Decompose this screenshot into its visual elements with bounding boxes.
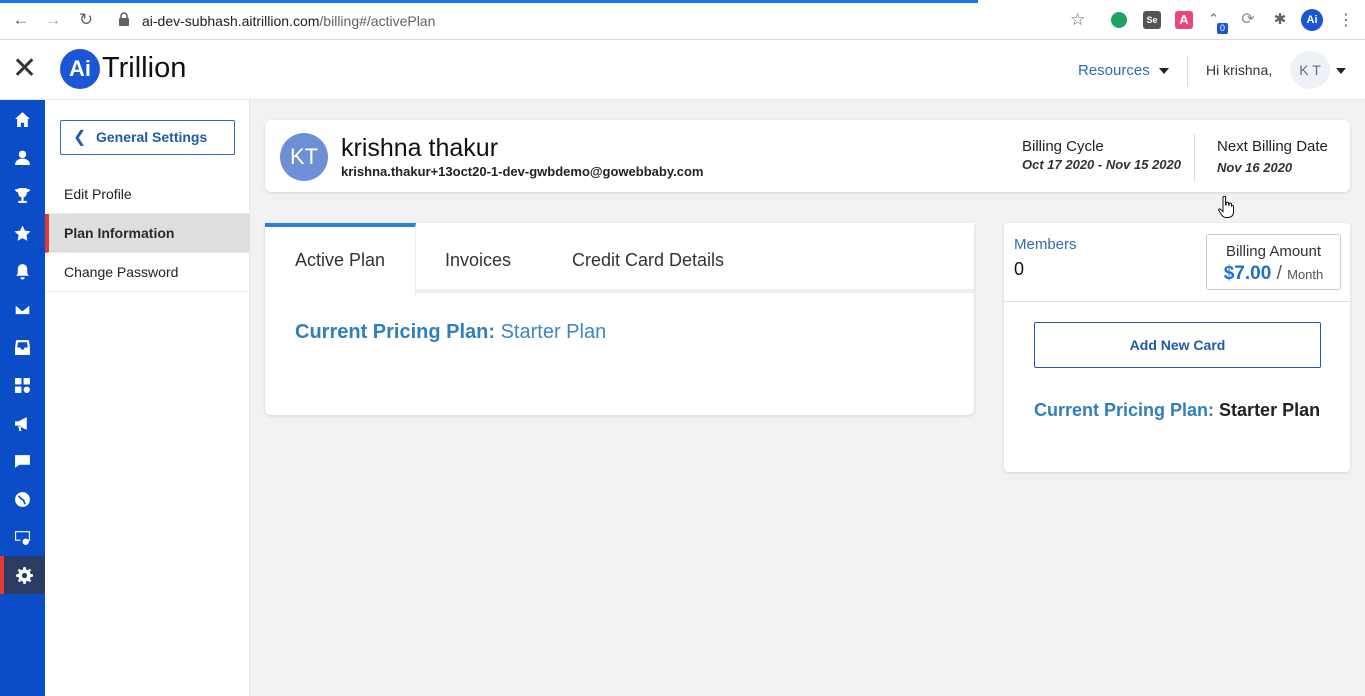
tab-bar: Active Plan Invoices Credit Card Details [265, 223, 974, 297]
profile-name: krishna thakur [341, 134, 499, 162]
current-pricing-plan-value: Starter Plan [500, 321, 607, 343]
rail-megaphone-icon[interactable] [0, 404, 45, 442]
url-host: ai-dev-subhash.aitrillion.com [142, 13, 320, 29]
rail-bell-icon[interactable] [0, 252, 45, 290]
profile-email: krishna.thakur+13oct20-1-dev-gwbdemo@gow… [341, 164, 704, 179]
hand-cursor-icon [1218, 195, 1234, 218]
rail-chat-icon[interactable] [0, 442, 45, 480]
tab-invoices[interactable]: Invoices [416, 223, 540, 293]
resources-caret-icon[interactable] [1159, 68, 1169, 74]
billing-amount: $7.00 / Month [1207, 263, 1340, 285]
current-pricing-plan: Current Pricing Plan: Starter Plan [295, 321, 606, 344]
icon-rail [0, 100, 45, 696]
billing-current-pricing-plan: Current Pricing Plan: Starter Plan [1034, 400, 1320, 421]
extension-badge: 0 [1217, 23, 1229, 34]
billing-card-divider [1004, 301, 1350, 302]
billing-current-plan-label: Current Pricing Plan: [1034, 400, 1215, 420]
plan-tabs-card: Active Plan Invoices Credit Card Details… [265, 223, 974, 415]
current-pricing-plan-label: Current Pricing Plan: [295, 321, 496, 343]
billing-summary-card: Members 0 Billing Amount $7.00 / Month A… [1004, 223, 1350, 472]
close-icon[interactable]: ✕ [12, 54, 38, 84]
profile-card: KT krishna thakur krishna.thakur+13oct20… [265, 120, 1350, 192]
billing-amount-label: Billing Amount [1225, 243, 1322, 260]
members-value: 0 [1014, 259, 1025, 279]
add-new-card-button[interactable]: Add New Card [1034, 322, 1321, 368]
app-header: ✕ Ai Trillion Resources Hi krishna, K T [0, 40, 1365, 100]
sync-extension-icon[interactable]: ⟳ [1239, 11, 1257, 29]
next-billing-value: Nov 16 2020 [1217, 160, 1293, 175]
sidebar-item-edit-profile[interactable]: Edit Profile [45, 175, 250, 214]
billing-cycle-label: Billing Cycle [1022, 138, 1104, 155]
bookmark-star-icon[interactable]: ☆ [1070, 10, 1085, 30]
rail-user-icon[interactable] [0, 138, 45, 176]
general-settings-label: General Settings [96, 129, 208, 145]
browser-menu-icon[interactable]: ⋮ [1338, 10, 1354, 30]
header-divider [1187, 56, 1188, 86]
tab-active-plan[interactable]: Active Plan [265, 223, 416, 297]
page-load-progress [0, 0, 978, 3]
billing-current-plan-value: Starter Plan [1219, 400, 1321, 420]
rail-apps-icon[interactable] [0, 366, 45, 404]
a-extension-icon[interactable]: A [1175, 11, 1193, 29]
chevron-left-icon: ❮ [73, 129, 87, 146]
lock-icon[interactable] [118, 12, 132, 28]
billing-amount-separator: / [1276, 263, 1282, 284]
billing-amount-period: Month [1287, 267, 1324, 282]
rail-gear-icon[interactable] [0, 556, 45, 594]
rail-monitor-settings-icon[interactable] [0, 518, 45, 556]
forward-icon[interactable]: → [43, 10, 63, 30]
logo-mark: Ai [60, 49, 100, 89]
tab-credit-card-details[interactable]: Credit Card Details [550, 223, 746, 293]
selenium-extension-icon[interactable]: Se [1143, 11, 1161, 29]
reload-icon[interactable]: ↻ [76, 10, 96, 30]
members-label: Members [1014, 236, 1077, 253]
rail-trophy-icon[interactable] [0, 176, 45, 214]
profile-card-divider [1194, 134, 1195, 182]
back-icon[interactable]: ← [11, 10, 31, 30]
next-billing-label: Next Billing Date [1217, 138, 1328, 155]
address-bar[interactable]: ai-dev-subhash.aitrillion.com/billing#/a… [142, 13, 435, 29]
general-settings-button[interactable]: ❮ General Settings [60, 120, 235, 155]
browser-toolbar: ← → ↻ ai-dev-subhash.aitrillion.com/bill… [0, 0, 1365, 40]
rail-star-icon[interactable] [0, 214, 45, 252]
rail-globe-icon[interactable] [0, 480, 45, 518]
user-menu-caret-icon[interactable] [1336, 68, 1346, 74]
billing-cycle-value: Oct 17 2020 - Nov 15 2020 [1022, 157, 1181, 172]
url-path: /billing#/activePlan [319, 13, 436, 29]
profile-avatar: KT [280, 133, 328, 181]
billing-amount-value: $7.00 [1223, 263, 1272, 284]
rail-mail-icon[interactable] [0, 290, 45, 328]
browser-profile-avatar[interactable]: Ai [1301, 9, 1323, 31]
rail-inbox-icon[interactable] [0, 328, 45, 366]
settings-sidebar: ❮ General Settings Edit Profile Plan Inf… [45, 100, 250, 696]
green-extension-icon[interactable] [1111, 12, 1127, 28]
greeting-text: Hi krishna, [1206, 62, 1273, 78]
user-avatar[interactable]: K T [1290, 51, 1330, 89]
logo-text: Trillion [102, 52, 187, 84]
rail-home-icon[interactable] [0, 100, 45, 138]
billing-amount-box: Billing Amount $7.00 / Month [1206, 234, 1341, 290]
sidebar-item-change-password[interactable]: Change Password [45, 253, 250, 292]
resources-menu[interactable]: Resources [1078, 62, 1150, 79]
extensions-puzzle-icon[interactable]: ✱ [1271, 11, 1289, 29]
sidebar-item-plan-information[interactable]: Plan Information [45, 214, 250, 253]
